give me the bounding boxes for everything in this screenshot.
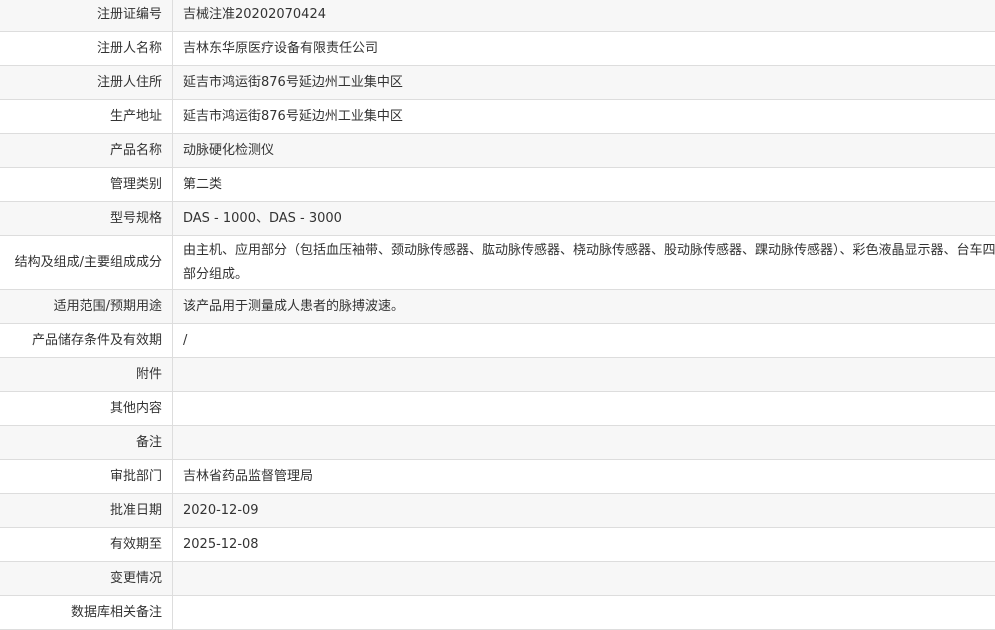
field-value: DAS - 1000、DAS - 3000 xyxy=(173,202,995,236)
row-model-spec: 型号规格 DAS - 1000、DAS - 3000 xyxy=(0,202,995,236)
field-label: 其他内容 xyxy=(0,392,173,426)
field-value xyxy=(173,562,995,596)
field-label: 备注 xyxy=(0,426,173,460)
row-management-category: 管理类别 第二类 xyxy=(0,168,995,202)
field-value: 2025-12-08 xyxy=(173,528,995,562)
registration-detail-table: 注册证编号 吉械注准20202070424 注册人名称 吉林东华原医疗设备有限责… xyxy=(0,0,995,630)
field-label: 型号规格 xyxy=(0,202,173,236)
field-value xyxy=(173,426,995,460)
row-approval-date: 批准日期 2020-12-09 xyxy=(0,494,995,528)
field-value: 延吉市鸿运街876号延边州工业集中区 xyxy=(173,100,995,134)
field-label: 数据库相关备注 xyxy=(0,596,173,630)
field-value: 第二类 xyxy=(173,168,995,202)
row-registrant-address: 注册人住所 延吉市鸿运街876号延边州工业集中区 xyxy=(0,66,995,100)
field-value: 吉械注准20202070424 xyxy=(173,0,995,32)
field-value xyxy=(173,392,995,426)
field-label: 适用范围/预期用途 xyxy=(0,290,173,324)
row-database-notes: 数据库相关备注 xyxy=(0,596,995,630)
row-other-content: 其他内容 xyxy=(0,392,995,426)
field-label: 变更情况 xyxy=(0,562,173,596)
row-structure-composition: 结构及组成/主要组成成分 由主机、应用部分（包括血压袖带、颈动脉传感器、肱动脉传… xyxy=(0,236,995,290)
field-value: 吉林省药品监督管理局 xyxy=(173,460,995,494)
row-registrant-name: 注册人名称 吉林东华原医疗设备有限责任公司 xyxy=(0,32,995,66)
field-value: 该产品用于测量成人患者的脉搏波速。 xyxy=(173,290,995,324)
row-registration-number: 注册证编号 吉械注准20202070424 xyxy=(0,0,995,32)
field-value: 动脉硬化检测仪 xyxy=(173,134,995,168)
field-label: 注册人住所 xyxy=(0,66,173,100)
field-label: 产品名称 xyxy=(0,134,173,168)
row-production-address: 生产地址 延吉市鸿运街876号延边州工业集中区 xyxy=(0,100,995,134)
field-label: 结构及组成/主要组成成分 xyxy=(0,236,173,290)
row-product-name: 产品名称 动脉硬化检测仪 xyxy=(0,134,995,168)
field-value: 吉林东华原医疗设备有限责任公司 xyxy=(173,32,995,66)
field-value xyxy=(173,596,995,630)
field-label: 产品储存条件及有效期 xyxy=(0,324,173,358)
row-attachments: 附件 xyxy=(0,358,995,392)
field-label: 有效期至 xyxy=(0,528,173,562)
row-approval-department: 审批部门 吉林省药品监督管理局 xyxy=(0,460,995,494)
field-label: 管理类别 xyxy=(0,168,173,202)
row-change-history: 变更情况 xyxy=(0,562,995,596)
field-label: 附件 xyxy=(0,358,173,392)
row-intended-use: 适用范围/预期用途 该产品用于测量成人患者的脉搏波速。 xyxy=(0,290,995,324)
field-label: 批准日期 xyxy=(0,494,173,528)
field-value: / xyxy=(173,324,995,358)
field-value: 2020-12-09 xyxy=(173,494,995,528)
row-storage-validity: 产品储存条件及有效期 / xyxy=(0,324,995,358)
field-label: 审批部门 xyxy=(0,460,173,494)
field-label: 生产地址 xyxy=(0,100,173,134)
field-value: 由主机、应用部分（包括血压袖带、颈动脉传感器、肱动脉传感器、桡动脉传感器、股动脉… xyxy=(173,236,995,290)
field-label: 注册人名称 xyxy=(0,32,173,66)
field-value: 延吉市鸿运街876号延边州工业集中区 xyxy=(173,66,995,100)
field-label: 注册证编号 xyxy=(0,0,173,32)
row-valid-until: 有效期至 2025-12-08 xyxy=(0,528,995,562)
field-value xyxy=(173,358,995,392)
row-remarks: 备注 xyxy=(0,426,995,460)
